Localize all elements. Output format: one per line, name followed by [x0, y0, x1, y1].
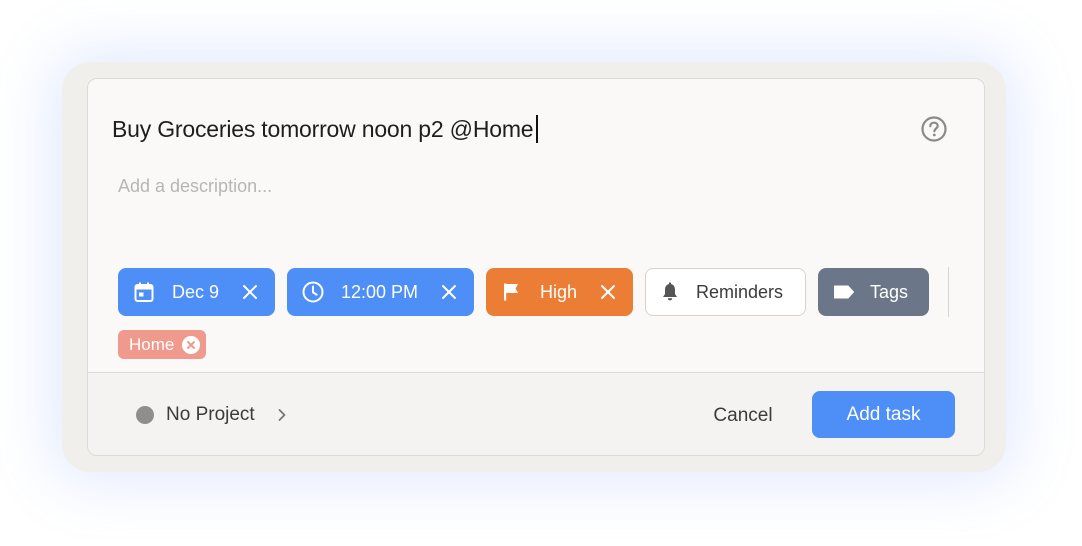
time-label: 12:00 PM: [341, 281, 419, 302]
reminders-chip[interactable]: Reminders: [645, 268, 806, 316]
add-task-button[interactable]: Add task: [812, 391, 955, 438]
description-input[interactable]: Add a description...: [118, 176, 272, 197]
chips-divider: [948, 267, 949, 317]
due-date-chip[interactable]: Dec 9: [118, 268, 275, 316]
tag-icon: [832, 280, 856, 304]
project-label: No Project: [166, 404, 255, 425]
cancel-button[interactable]: Cancel: [698, 397, 788, 433]
priority-label: High: [540, 281, 578, 302]
task-attribute-chips: Dec 9 12:00 PM High Reminders Tags: [118, 267, 949, 317]
help-icon: [921, 116, 947, 142]
title-row: Buy Groceries tomorrow noon p2 @Home: [112, 109, 960, 149]
project-selector[interactable]: No Project: [136, 397, 289, 433]
flag-icon: [500, 280, 524, 304]
remove-priority-close-icon[interactable]: [597, 281, 619, 303]
dialog-footer: No Project Cancel Add task: [88, 372, 984, 455]
due-date-label: Dec 9: [172, 281, 220, 302]
remove-date-close-icon[interactable]: [239, 281, 261, 303]
help-button[interactable]: [918, 113, 950, 145]
project-color-dot: [136, 406, 154, 424]
remove-time-close-icon[interactable]: [438, 281, 460, 303]
task-title-input[interactable]: Buy Groceries tomorrow noon p2 @Home: [112, 115, 539, 143]
priority-chip[interactable]: High: [486, 268, 633, 316]
chevron-right-icon: [275, 408, 289, 422]
quick-add-task-dialog: Buy Groceries tomorrow noon p2 @Home Add…: [87, 78, 985, 456]
task-title-text: Buy Groceries tomorrow noon p2 @Home: [112, 115, 534, 142]
label-home-chip[interactable]: Home: [118, 330, 207, 359]
clock-icon: [301, 280, 325, 304]
remove-label-close-icon[interactable]: [182, 335, 201, 354]
reminders-label: Reminders: [696, 281, 784, 302]
tags-chip[interactable]: Tags: [818, 268, 929, 316]
text-caret: [536, 115, 539, 143]
description-placeholder: Add a description...: [118, 176, 273, 196]
calendar-icon: [132, 280, 156, 304]
tags-label: Tags: [870, 281, 909, 302]
label-home-text: Home: [129, 334, 175, 354]
bell-icon: [658, 280, 682, 304]
time-chip[interactable]: 12:00 PM: [287, 268, 474, 316]
